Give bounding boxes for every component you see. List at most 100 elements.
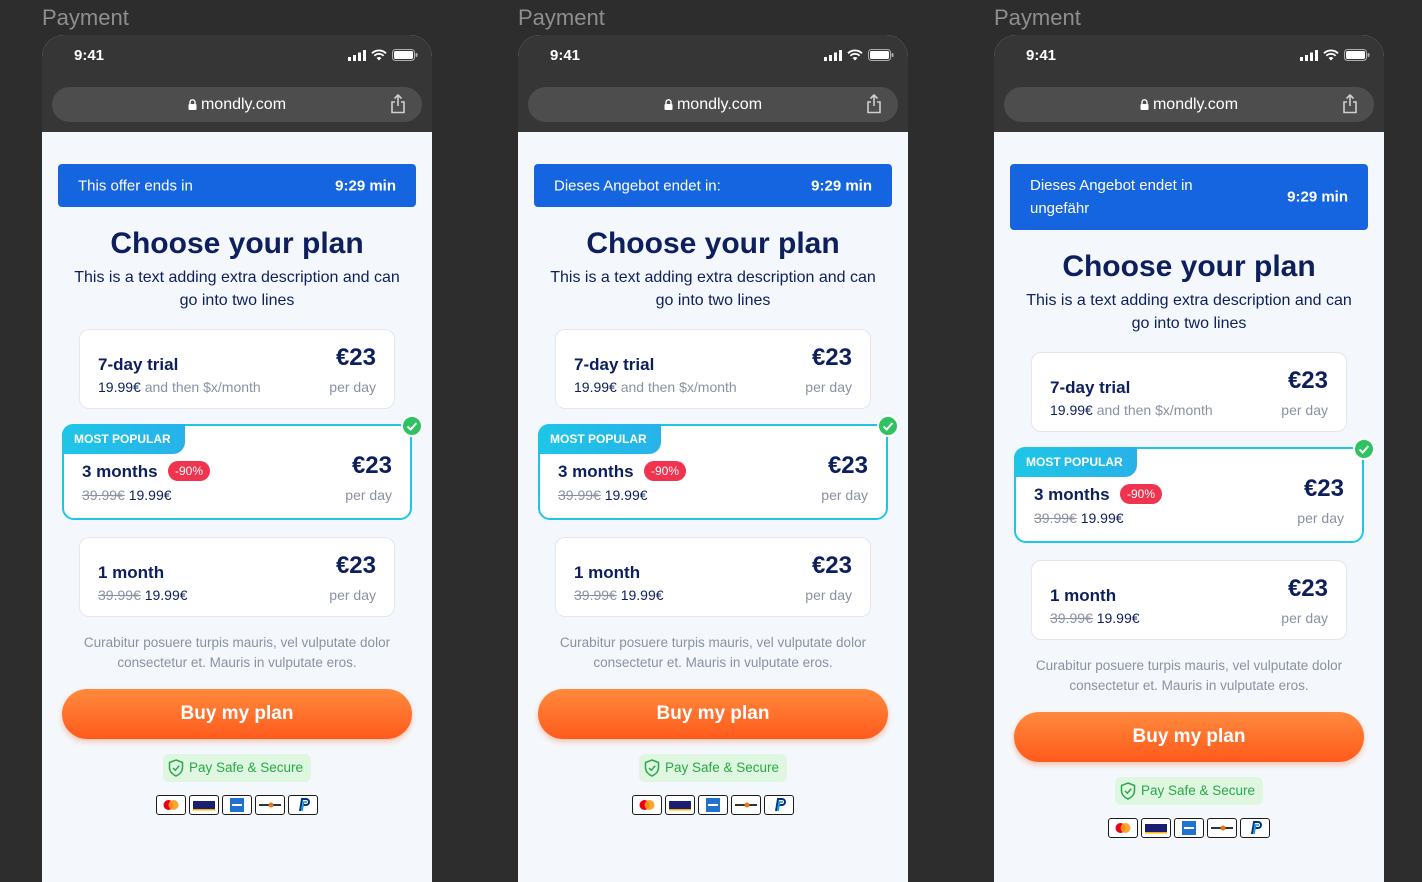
plan-price: €23 [827,452,868,479]
discover-icon [731,795,761,815]
frame-label: Payment [42,5,129,30]
amex-icon [698,795,728,815]
offer-banner: Dieses Angebot endet in ungefähr 9:29 mi… [1010,164,1368,230]
shield-check-icon [168,759,184,777]
plan-pricing-detail: 39.99€ 19.99€ [574,587,664,603]
payment-frame: Payment 9:41 mondly.com [42,0,432,882]
plan-price-unit: per day [345,487,392,503]
plan-price-now: 19.99€ [144,587,188,603]
offer-timer: 9:29 min [811,177,872,194]
plan-name: 3 months [82,462,158,481]
plan-pricing-detail: 19.99€ and then $x/month [98,379,261,395]
paypal-icon [1240,818,1270,838]
mastercard-icon [632,795,662,815]
browser-chrome: 9:41 mondly.com [518,35,908,132]
buy-plan-button[interactable]: Buy my plan [538,689,888,739]
discount-badge: -90% [644,461,687,481]
plan-card-trial[interactable]: 7-day trial 19.99€ and then $x/month €23… [79,329,395,409]
plan-card-3-months[interactable]: MOST POPULAR 3 months -90% 39.99€ 19.99€… [1014,438,1375,543]
url-text: mondly.com [676,96,763,113]
visa-icon [1141,818,1171,838]
payment-methods [156,795,318,815]
plan-price: €23 [1303,475,1344,502]
discover-icon [1207,818,1237,838]
status-icons [1300,49,1370,61]
offer-banner: Dieses Angebot endet in: 9:29 min [534,164,892,207]
signal-icon [1300,49,1318,61]
plan-name: 7-day trial [98,355,179,374]
plan-price: €23 [335,344,376,371]
page-content: Dieses Angebot endet in ungefähr 9:29 mi… [994,132,1384,882]
plan-card-trial[interactable]: 7-day trial 19.99€ and then $x/month €23… [555,329,871,409]
buy-plan-button[interactable]: Buy my plan [62,689,412,739]
address-bar[interactable]: mondly.com [528,87,898,122]
plan-card-3-months[interactable]: MOST POPULAR 3 months -90% 39.99€ 19.99€… [62,415,423,520]
plan-card-trial[interactable]: 7-day trial 19.99€ and then $x/month €23… [1031,352,1347,432]
plan-price-now: 19.99€ [1096,610,1140,626]
plan-price: €23 [811,344,852,371]
plan-price-now: 19.99€ [128,487,172,503]
status-bar: 9:41 [518,35,908,79]
battery-icon [868,49,894,61]
plan-price-tail: and then $x/month [1096,402,1213,418]
offer-banner-text: Dieses Angebot endet in: [554,177,721,194]
page-content: This offer ends in 9:29 min Choose your … [42,132,432,882]
plan-card-1-month[interactable]: 1 month 39.99€ 19.99€ €23 per day [79,537,395,617]
page-subtitle: This is a text adding extra description … [74,269,400,309]
most-popular-badge: MOST POPULAR [62,424,185,454]
plan-name: 7-day trial [1050,378,1131,397]
page-title: Choose your plan [1062,250,1316,283]
plan-pricing-detail: 39.99€ 19.99€ [82,487,172,503]
status-time: 9:41 [550,47,581,64]
plan-price-unit: per day [821,487,868,503]
plan-price-now: 19.99€ [98,379,141,395]
plan-price-unit: per day [1281,402,1328,418]
page-title: Choose your plan [110,227,364,260]
most-popular-badge: MOST POPULAR [538,424,661,454]
lock-icon [1140,99,1149,111]
plan-pricing-detail: 19.99€ and then $x/month [1050,402,1213,418]
share-icon[interactable] [1342,94,1358,114]
plan-card-1-month[interactable]: 1 month 39.99€ 19.99€ €23 per day [1031,560,1347,640]
plan-price-now: 19.99€ [620,587,664,603]
frame-label: Payment [518,5,605,30]
phone-screen: 9:41 mondly.com Dieses Angebot en [518,35,908,882]
plan-card-1-month[interactable]: 1 month 39.99€ 19.99€ €23 per day [555,537,871,617]
selected-check-icon [401,415,423,437]
plan-price-now: 19.99€ [574,379,617,395]
discount-badge: -90% [1120,484,1163,504]
offer-banner-text: Dieses Angebot endet in ungefähr [1030,177,1193,217]
plan-pricing-detail: 19.99€ and then $x/month [574,379,737,395]
paypal-icon [764,795,794,815]
plan-price-unit: per day [805,587,852,603]
url-text: mondly.com [1152,96,1239,113]
status-bar: 9:41 [994,35,1384,79]
share-icon[interactable] [390,94,406,114]
fine-print: Curabitur posuere turpis mauris, vel vul… [83,635,391,670]
plan-card-3-months[interactable]: MOST POPULAR 3 months -90% 39.99€ 19.99€… [538,415,899,520]
frame-label: Payment [994,5,1081,30]
plan-name: 1 month [1050,586,1117,605]
pay-safe-badge: Pay Safe & Secure [639,754,787,782]
plan-pricing-detail: 39.99€ 19.99€ [1034,510,1124,526]
address-bar[interactable]: mondly.com [1004,87,1374,122]
plan-name: 3 months [1034,485,1110,504]
visa-icon [189,795,219,815]
address-bar[interactable]: mondly.com [52,87,422,122]
buy-plan-button[interactable]: Buy my plan [1014,712,1364,762]
plan-name: 1 month [98,563,165,582]
plan-price-old: 39.99€ [98,587,141,603]
plan-price: €23 [1287,367,1328,394]
discover-icon [255,795,285,815]
url-text: mondly.com [200,96,287,113]
pay-safe-badge: Pay Safe & Secure [1115,777,1263,805]
share-icon[interactable] [866,94,882,114]
plan-pricing-detail: 39.99€ 19.99€ [558,487,648,503]
plan-pricing-detail: 39.99€ 19.99€ [1050,610,1140,626]
payment-frame: Payment 9:41 mondly.com [518,0,908,882]
plan-pricing-detail: 39.99€ 19.99€ [98,587,188,603]
page-subtitle: This is a text adding extra description … [1026,292,1352,332]
discount-badge: -90% [168,461,211,481]
status-icons [348,49,418,61]
phone-screen: 9:41 mondly.com Dieses Angebot en [994,35,1384,882]
